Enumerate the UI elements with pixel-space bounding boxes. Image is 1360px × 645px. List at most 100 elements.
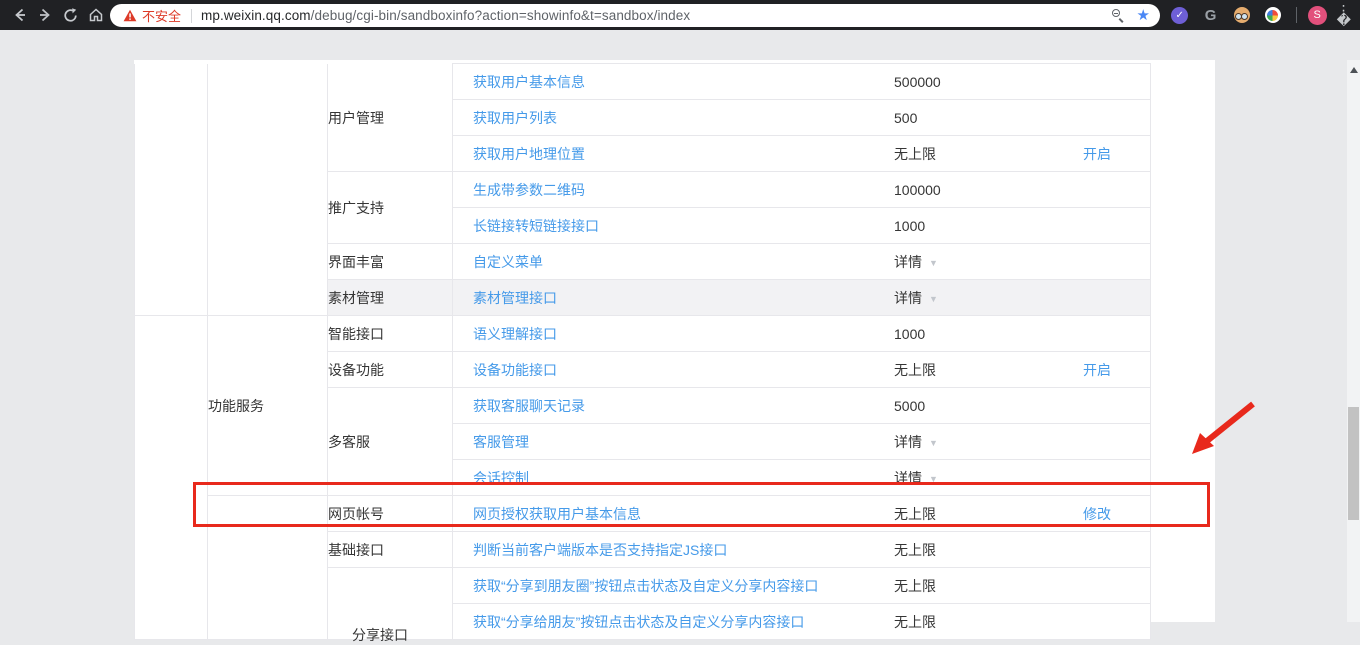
quota-value: 100000 [894, 181, 941, 198]
api-row-cell: 获取“分享给朋友”按钮点击状态及自定义分享内容接口 无上限 [452, 603, 1151, 640]
api-row-cell: 客服管理 详情 ▼ [452, 423, 1151, 460]
api-link[interactable]: 判断当前客户端版本是否支持指定JS接口 [453, 540, 894, 560]
subcategory-cell-label: 分享接口 [352, 627, 408, 643]
api-link[interactable]: 获取用户列表 [453, 108, 894, 128]
api-row-cell: 长链接转短链接接口 1000 [452, 207, 1151, 244]
extension-g-icon[interactable]: G [1202, 6, 1220, 24]
api-row-cell: 语义理解接口 1000 [452, 315, 1151, 352]
back-button[interactable] [7, 0, 33, 30]
url-domain: mp.weixin.qq.com [201, 8, 311, 23]
extension-check-icon[interactable]: ✓ [1171, 6, 1189, 24]
api-link[interactable]: 客服管理 [453, 432, 894, 452]
action-link[interactable]: 修改 [1083, 504, 1150, 524]
api-row-cell: 获取用户基本信息 500000 [452, 63, 1151, 100]
chevron-down-icon: ▼ [929, 293, 938, 304]
quota-value: 无上限 [894, 541, 936, 558]
extension-face-icon[interactable] [1233, 6, 1251, 24]
quota-value: 5000 [894, 397, 926, 414]
subcategory-cell: 智能接口 [327, 315, 453, 352]
page-background: 用户管理 获取用户基本信息 500000 获取用户列表 500 获取用户地理位置 无上限 开启… [0, 30, 1360, 643]
extension-pinwheel-icon[interactable] [1264, 6, 1282, 24]
category-cell [207, 63, 328, 316]
detail-toggle[interactable]: 详情 ▼ [894, 468, 1083, 488]
subcategory-cell: 多客服 [327, 387, 453, 496]
browser-toolbar: 不安全 mp.weixin.qq.com/debug/cgi-bin/sandb… [0, 0, 1360, 30]
quota-value: 1000 [894, 325, 926, 342]
api-link[interactable]: 获取用户基本信息 [453, 72, 894, 92]
chevron-down-icon: ▼ [929, 437, 938, 448]
quota-value: 无上限 [894, 145, 936, 162]
subcategory-cell: 基础接口 [327, 531, 453, 568]
api-link[interactable]: 获取客服聊天记录 [453, 396, 894, 416]
bookmark-star-icon[interactable]: ★ [1137, 8, 1150, 23]
action-link[interactable]: 开启 [1083, 360, 1150, 380]
scrollbar-thumb[interactable] [1348, 407, 1359, 520]
scrollbar-up-arrow-icon[interactable] [1349, 67, 1358, 73]
api-row-cell: 获取用户地理位置 无上限 开启 [452, 135, 1151, 172]
quota-value: 500000 [894, 73, 941, 90]
detail-toggle[interactable]: 详情 ▼ [894, 252, 1083, 272]
permissions-table-body: 用户管理 获取用户基本信息 500000 获取用户列表 500 获取用户地理位置 无上限 开启… [134, 63, 1151, 643]
api-link[interactable]: 语义理解接口 [453, 324, 894, 344]
api-link[interactable]: 自定义菜单 [453, 252, 894, 272]
chevron-down-icon: ▼ [929, 473, 938, 484]
zoom-icon[interactable] [1111, 9, 1125, 22]
quota-value: 1000 [894, 217, 926, 234]
api-link[interactable]: 网页授权获取用户基本信息 [453, 504, 894, 524]
api-row-cell: 获取客服聊天记录 5000 [452, 387, 1151, 424]
api-link[interactable]: 会话控制 [453, 468, 894, 488]
browser-menu-button[interactable]: ⋮ � [1337, 3, 1351, 27]
table-row: 功能服务 智能接口 语义理解接口 1000 [134, 315, 1151, 640]
api-link[interactable]: 获取“分享给朋友”按钮点击状态及自定义分享内容接口 [453, 612, 894, 632]
detail-toggle[interactable]: 详情 ▼ [894, 432, 1083, 452]
security-status-label[interactable]: 不安全 [142, 6, 181, 25]
permissions-table: 用户管理 获取用户基本信息 500000 获取用户列表 500 获取用户地理位置 无上限 开启… [134, 63, 1151, 643]
subcategory-cell: 网页帐号 [327, 495, 453, 532]
omnibox-separator [191, 8, 193, 23]
api-link[interactable]: 生成带参数二维码 [453, 180, 894, 200]
api-row-cell: 自定义菜单 详情 ▼ [452, 243, 1151, 280]
not-secure-warning-icon[interactable] [123, 9, 137, 22]
api-row-cell: 判断当前客户端版本是否支持指定JS接口 无上限 [452, 531, 1151, 568]
api-row-cell: 设备功能接口 无上限 开启 [452, 351, 1151, 388]
group-cell [134, 315, 208, 640]
url-text[interactable]: mp.weixin.qq.com/debug/cgi-bin/sandboxin… [201, 8, 690, 23]
api-row-cell: 网页授权获取用户基本信息 无上限 修改 [452, 495, 1151, 532]
api-link[interactable]: 获取“分享到朋友圈”按钮点击状态及自定义分享内容接口 [453, 576, 894, 596]
api-link[interactable]: 获取用户地理位置 [453, 144, 894, 164]
subcategory-cell: 用户管理 [327, 63, 453, 172]
quota-value: 无上限 [894, 577, 936, 594]
api-row-cell: 获取“分享到朋友圈”按钮点击状态及自定义分享内容接口 无上限 [452, 567, 1151, 604]
category-cell [207, 495, 328, 640]
table-top-mask [134, 62, 452, 64]
table-row: 网页帐号 网页授权获取用户基本信息 无上限 修改 [135, 495, 1151, 640]
group-cell [134, 63, 208, 316]
url-path: /debug/cgi-bin/sandboxinfo?action=showin… [310, 8, 691, 23]
quota-value: 无上限 [894, 361, 936, 378]
api-row-cell: 素材管理接口 详情 ▼ [452, 279, 1151, 316]
subcategory-cell: 设备功能 [327, 351, 453, 388]
api-link[interactable]: 长链接转短链接接口 [453, 216, 894, 236]
action-link[interactable]: 开启 [1083, 144, 1150, 164]
category-cell: 功能服务 [207, 315, 328, 496]
subcategory-cell: 分享接口 [327, 567, 453, 643]
subcategory-cell: 素材管理 [327, 279, 453, 316]
api-link[interactable]: 素材管理接口 [453, 288, 894, 308]
api-link[interactable]: 设备功能接口 [453, 360, 894, 380]
profile-avatar[interactable]: S [1307, 5, 1327, 25]
quota-value: 无上限 [894, 505, 936, 522]
toolbar-separator [1295, 7, 1297, 23]
quota-value: 无上限 [894, 613, 936, 630]
api-row-cell: 会话控制 详情 ▼ [452, 459, 1151, 496]
address-bar[interactable]: 不安全 mp.weixin.qq.com/debug/cgi-bin/sandb… [110, 4, 1160, 27]
home-button[interactable] [83, 0, 109, 30]
detail-toggle[interactable]: 详情 ▼ [894, 288, 1083, 308]
forward-button[interactable] [32, 0, 58, 30]
subcategory-cell: 界面丰富 [327, 243, 453, 280]
quota-value: 500 [894, 109, 918, 126]
api-row-cell: 获取用户列表 500 [452, 99, 1151, 136]
subcategory-cell: 推广支持 [327, 171, 453, 244]
reload-button[interactable] [57, 0, 83, 30]
chevron-down-icon: ▼ [929, 257, 938, 268]
scrollbar-track[interactable] [1347, 60, 1360, 622]
